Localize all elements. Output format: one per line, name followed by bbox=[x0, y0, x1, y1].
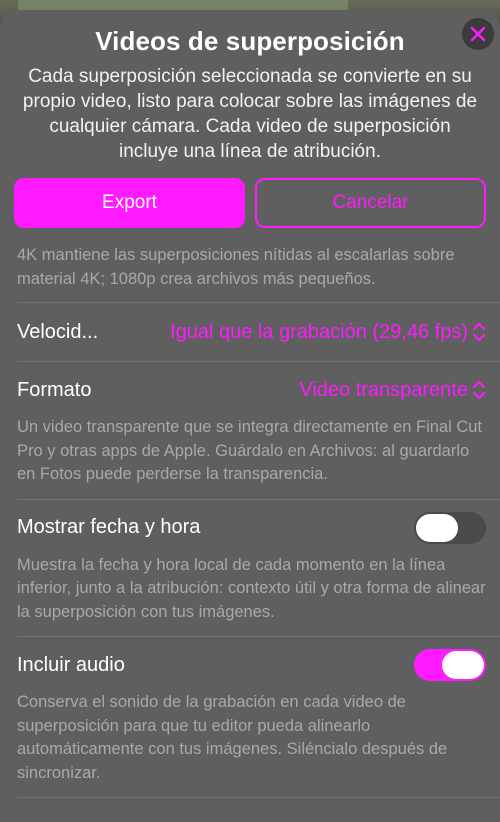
export-button[interactable]: Export bbox=[14, 178, 245, 228]
format-label: Formato bbox=[17, 378, 92, 401]
datetime-label: Mostrar fecha y hora bbox=[17, 516, 201, 538]
close-icon bbox=[470, 26, 486, 42]
speed-picker[interactable]: Igual que la grabación (29,46 fps) bbox=[170, 321, 486, 344]
toggle-knob bbox=[416, 513, 458, 542]
close-button[interactable] bbox=[462, 18, 494, 50]
speed-row[interactable]: Velocid... Igual que la grabación (29,46… bbox=[0, 303, 500, 361]
audio-description: Conserva el sonido de la grabación en ca… bbox=[17, 693, 448, 782]
audio-toggle[interactable] bbox=[414, 649, 486, 681]
audio-row: Incluir audio bbox=[0, 639, 500, 691]
datetime-description: Muestra la fecha y hora local de cada mo… bbox=[17, 555, 486, 621]
datetime-row: Mostrar fecha y hora bbox=[0, 502, 500, 554]
speed-label: Velocid... bbox=[17, 320, 99, 343]
divider bbox=[17, 498, 500, 500]
format-row[interactable]: Formato Video transparente bbox=[0, 364, 500, 416]
sheet-subtitle: Cada superposición seleccionada se convi… bbox=[22, 66, 478, 162]
divider bbox=[17, 797, 500, 798]
audio-label: Incluir audio bbox=[17, 653, 125, 676]
format-value: Video transparente bbox=[299, 378, 468, 401]
divider bbox=[17, 361, 500, 362]
toggle-knob bbox=[442, 651, 484, 679]
chevron-up-down-icon bbox=[473, 381, 485, 399]
format-description: Un video transparente que se integra dir… bbox=[17, 418, 483, 483]
chevron-up-down-icon bbox=[473, 323, 485, 341]
format-picker[interactable]: Video transparente bbox=[299, 379, 486, 402]
speed-value: Igual que la grabación (29,46 fps) bbox=[170, 320, 468, 343]
sheet-title: Videos de superposición bbox=[95, 26, 405, 56]
divider bbox=[17, 636, 500, 637]
datetime-toggle[interactable] bbox=[414, 511, 486, 544]
resolution-description: 4K mantiene las superposiciones nítidas … bbox=[17, 246, 455, 288]
settings-list: 4K mantiene las superposiciones nítidas … bbox=[0, 238, 500, 798]
cancel-button[interactable]: Cancelar bbox=[255, 178, 486, 228]
overlay-videos-sheet: Videos de superposición Cada superposici… bbox=[0, 10, 500, 822]
